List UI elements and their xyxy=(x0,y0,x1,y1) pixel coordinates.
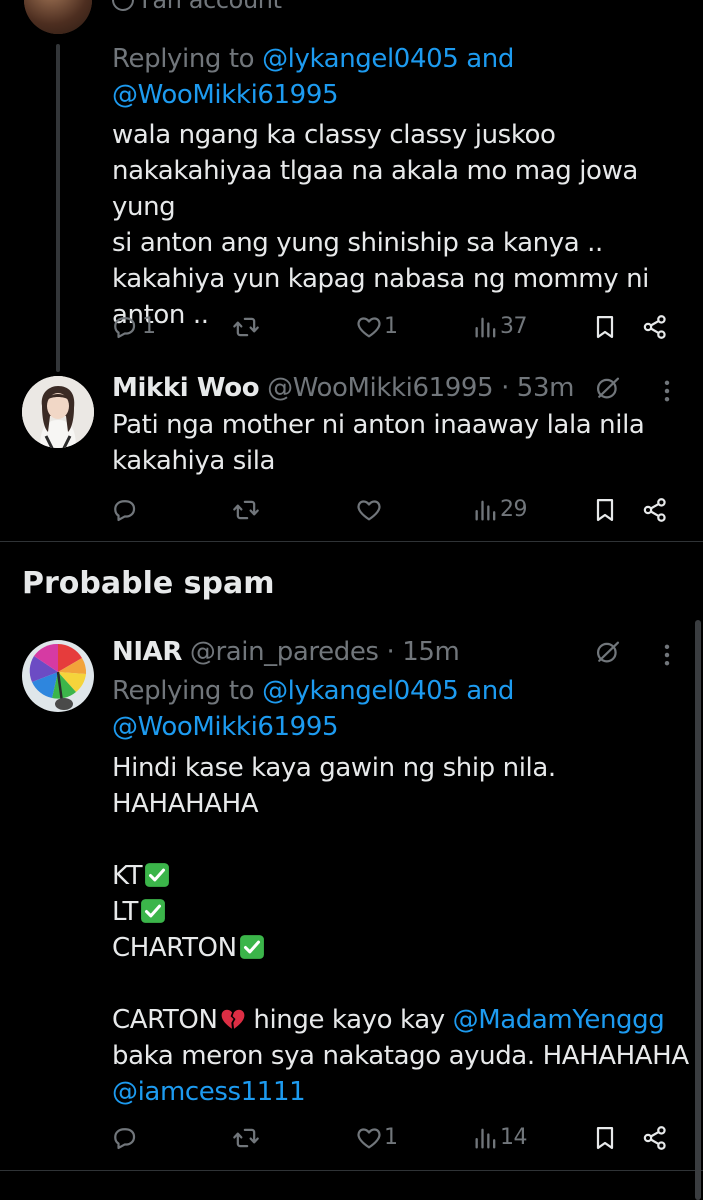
bookmark-icon[interactable] xyxy=(591,1124,619,1152)
avatar[interactable] xyxy=(24,0,92,34)
reply-icon[interactable] xyxy=(110,496,138,524)
avatar-mikki[interactable] xyxy=(22,376,94,448)
grok-icon[interactable] xyxy=(594,374,624,404)
reply-count: 1 xyxy=(142,314,156,339)
like-count: 1 xyxy=(384,1125,398,1150)
like-count: 1 xyxy=(384,314,398,339)
replying-to-second[interactable]: @WooMikki61995 xyxy=(112,709,339,745)
share-icon[interactable] xyxy=(641,496,669,524)
divider xyxy=(0,1170,703,1171)
timestamp[interactable]: · 15m xyxy=(386,637,459,667)
retweet-icon[interactable] xyxy=(232,496,260,524)
views-icon[interactable] xyxy=(472,313,500,341)
mention-iamcess[interactable]: @iamcess1111 xyxy=(112,1077,306,1107)
mention-lykangel[interactable]: @lykangel0405 xyxy=(262,676,459,706)
mention-madamyenggg[interactable]: @MadamYenggg xyxy=(453,1005,665,1035)
handle[interactable]: @rain_paredes xyxy=(190,637,379,667)
timestamp[interactable]: · 53m xyxy=(501,373,574,403)
views-count: 37 xyxy=(500,314,528,339)
check-mark-emoji-icon xyxy=(144,862,170,888)
divider xyxy=(0,541,703,542)
mention-lykangel[interactable]: @lykangel0405 xyxy=(262,44,459,74)
mention-woomikki[interactable]: @WooMikki61995 xyxy=(112,712,339,742)
bookmark-icon[interactable] xyxy=(591,313,619,341)
heart-icon[interactable] xyxy=(355,313,383,341)
retweet-icon[interactable] xyxy=(232,313,260,341)
share-icon[interactable] xyxy=(641,1124,669,1152)
avatar-niar[interactable] xyxy=(22,640,94,712)
section-title: Probable spam xyxy=(22,566,275,601)
fan-account-icon xyxy=(112,0,134,11)
tweet-text: Hindi kase kaya gawin ng ship nila. HAHA… xyxy=(112,753,689,1107)
display-name[interactable]: NIAR xyxy=(112,637,182,667)
tweet-header: Mikki Woo @WooMikki61995 · 53m xyxy=(112,370,574,406)
reply-icon[interactable] xyxy=(110,313,138,341)
tweet-text: Pati nga mother ni anton inaaway lala ni… xyxy=(112,410,645,476)
check-mark-emoji-icon xyxy=(140,898,166,924)
replying-to: Replying to @lykangel0405 and xyxy=(112,44,514,74)
broken-heart-emoji-icon xyxy=(220,1006,246,1032)
tweet-text: wala ngang ka classy classy juskoo nakak… xyxy=(112,120,649,330)
replying-to: Replying to @lykangel0405 and xyxy=(112,676,514,706)
thread-line xyxy=(56,44,60,372)
views-icon[interactable] xyxy=(472,496,500,524)
share-icon[interactable] xyxy=(641,313,669,341)
retweet-icon[interactable] xyxy=(232,1124,260,1152)
mention-woomikki[interactable]: @WooMikki61995 xyxy=(112,80,339,110)
views-icon[interactable] xyxy=(472,1124,500,1152)
tweet-header: NIAR @rain_paredes · 15m xyxy=(112,634,460,670)
more-icon[interactable] xyxy=(653,377,681,405)
heart-icon[interactable] xyxy=(355,496,383,524)
more-icon[interactable] xyxy=(653,641,681,669)
check-mark-emoji-icon xyxy=(239,934,265,960)
reply-icon[interactable] xyxy=(110,1124,138,1152)
display-name[interactable]: Mikki Woo xyxy=(112,373,260,403)
bookmark-icon[interactable] xyxy=(591,496,619,524)
views-count: 29 xyxy=(500,497,528,522)
grok-icon[interactable] xyxy=(594,638,624,668)
scrollbar[interactable] xyxy=(695,620,701,1200)
handle[interactable]: @WooMikki61995 xyxy=(267,373,494,403)
views-count: 14 xyxy=(500,1125,528,1150)
heart-icon[interactable] xyxy=(355,1124,383,1152)
fan-account-label: Fan account xyxy=(112,0,282,18)
replying-to-second[interactable]: @WooMikki61995 xyxy=(112,77,339,113)
